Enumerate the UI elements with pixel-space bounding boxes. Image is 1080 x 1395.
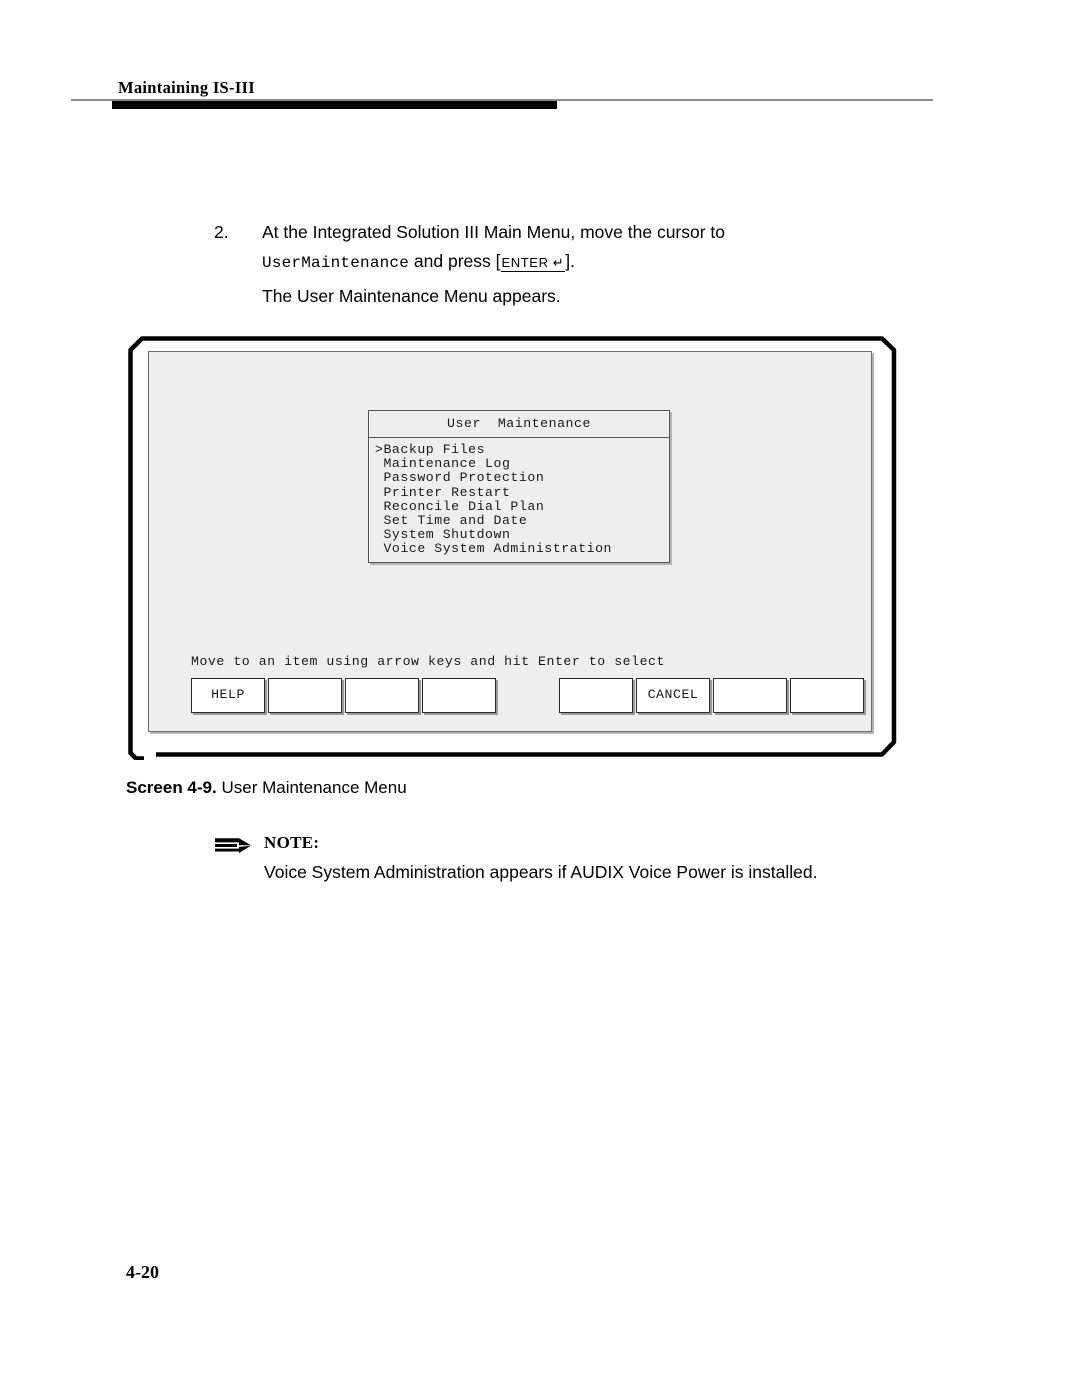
function-key-cancel[interactable]: CANCEL [636,678,710,713]
note-arrow-icon [215,838,251,853]
menu-item-label: Reconcile Dial Plan [383,498,545,514]
function-key-row: HELP CANCEL [191,678,864,714]
menu-item-label: Printer Restart [383,484,511,500]
function-key-2[interactable] [268,678,342,713]
terminal-screen-figure: User Maintenance >Backup Files Maintenan… [122,330,904,760]
function-key-8[interactable] [790,678,864,713]
menu-item-label: Set Time and Date [383,512,528,528]
menu-item-label: Voice System Administration [383,541,612,557]
function-key-4[interactable] [422,678,496,713]
step-mono-maintenance: Maintenance [301,254,410,272]
menu-item-set-time-and-date[interactable]: Set Time and Date [375,512,669,528]
function-key-5[interactable] [559,678,633,713]
note-label: NOTE: [264,833,320,852]
menu-item-maintenance-log[interactable]: Maintenance Log [375,457,669,471]
function-key-7[interactable] [713,678,787,713]
step-text-part1: At the Integrated Solution III Main Menu… [262,222,726,242]
step-instruction-text: At the Integrated Solution III Main Menu… [262,218,822,278]
function-key-3[interactable] [345,678,419,713]
page-number: 4-20 [126,1262,159,1282]
menu-item-backup-files[interactable]: >Backup Files [375,442,669,457]
user-maintenance-menu-panel: User Maintenance >Backup Files Maintenan… [368,410,670,563]
figure-caption-text: User Maintenance Menu [216,778,407,797]
menu-item-password-protection[interactable]: Password Protection [375,471,669,485]
step-result-text: The User Maintenance Menu appears. [262,286,561,306]
menu-item-list: >Backup Files Maintenance Log Password P… [369,438,669,562]
menu-item-label: Backup Files [383,442,486,457]
menu-title: User Maintenance [369,411,669,438]
enter-keycap: ENTER ↵ [500,255,566,272]
menu-item-label: System Shutdown [383,527,511,543]
menu-item-reconcile-dial-plan[interactable]: Reconcile Dial Plan [375,498,669,514]
running-header: Maintaining IS-III [0,0,1080,120]
function-key-help[interactable]: HELP [191,678,265,713]
note-text: Voice System Administration appears if A… [264,862,818,882]
step-mono-user: User [262,254,302,272]
running-header-title: Maintaining IS-III [118,78,255,97]
screen-hint-text: Move to an item using arrow keys and hit… [191,654,665,669]
terminal-screen-area: User Maintenance >Backup Files Maintenan… [148,351,872,732]
menu-item-system-shutdown[interactable]: System Shutdown [375,528,669,542]
step-text-part4: ]. [565,251,575,271]
menu-item-label: Password Protection [383,470,545,486]
figure-caption: Screen 4-9. User Maintenance Menu [126,778,407,798]
figure-caption-label: Screen 4-9. [126,778,217,797]
menu-item-label: Maintenance Log [383,456,511,472]
menu-item-printer-restart[interactable]: Printer Restart [375,484,669,500]
menu-item-voice-system-administration[interactable]: Voice System Administration [375,542,669,556]
step-number: 2. [214,222,229,242]
step-text-part3: and press [ [409,251,501,271]
header-rule-thick [112,101,557,109]
